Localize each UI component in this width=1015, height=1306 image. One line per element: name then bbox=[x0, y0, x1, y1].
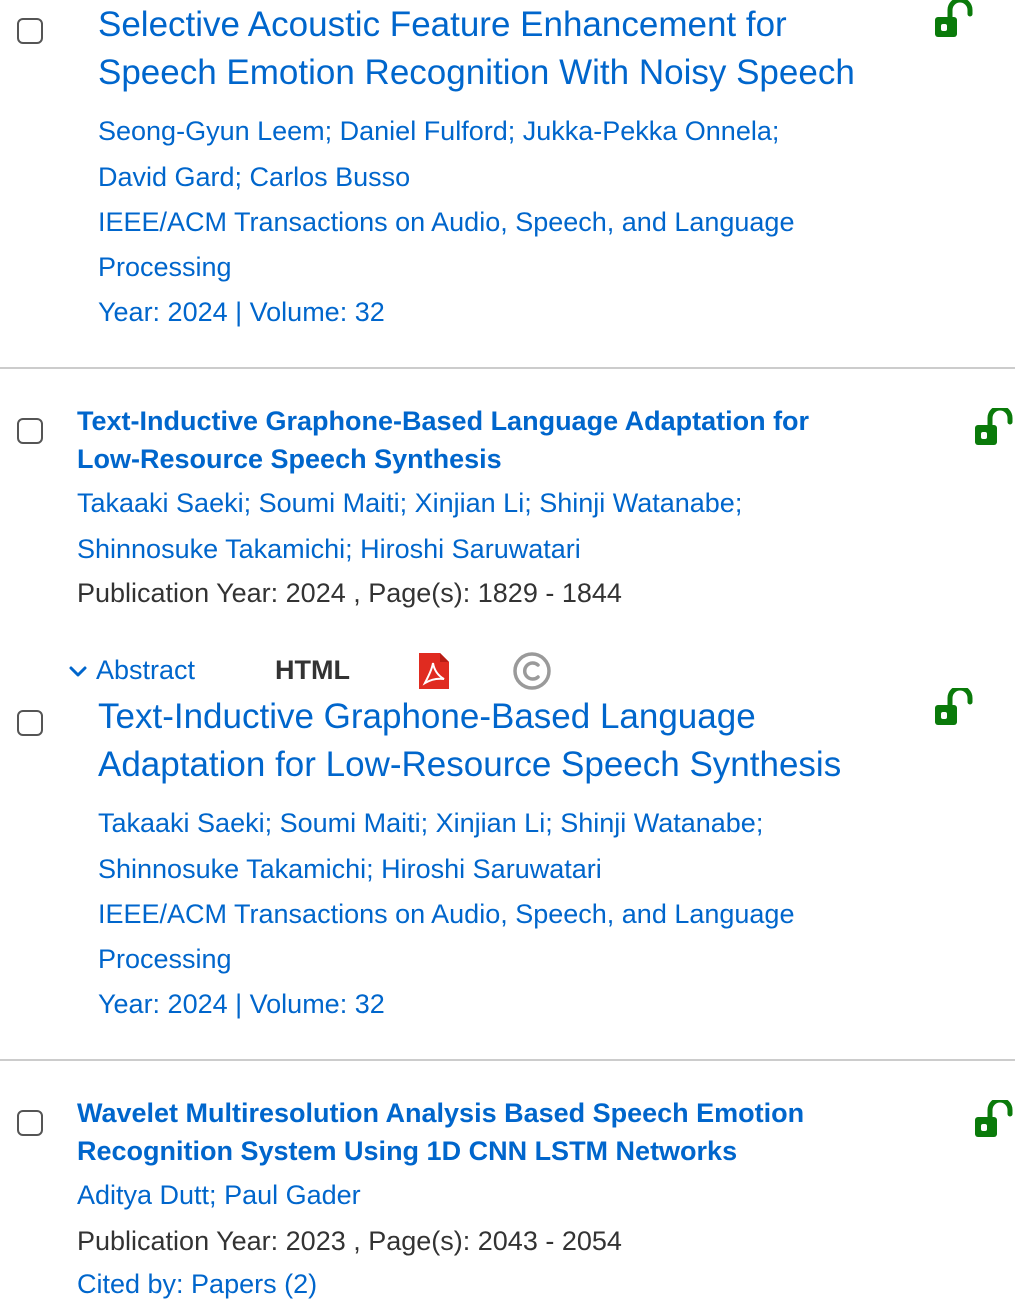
result-authors[interactable]: Takaaki Saeki; Soumi Maiti; Xinjian Li; … bbox=[77, 481, 742, 525]
result-pub-info: Publication Year: 2024 , Page(s): 1829 -… bbox=[77, 578, 622, 608]
pdf-icon[interactable] bbox=[417, 651, 451, 691]
popup-title-line[interactable]: Text-Inductive Graphone-Based Language bbox=[98, 693, 756, 741]
popup-title-line[interactable]: Adaptation for Low-Resource Speech Synth… bbox=[98, 741, 841, 789]
chevron-down-icon bbox=[69, 666, 87, 677]
open-access-lock-icon bbox=[975, 1100, 1013, 1137]
result-title-line[interactable]: Text-Inductive Graphone-Based Language A… bbox=[77, 402, 809, 440]
select-checkbox[interactable] bbox=[17, 18, 43, 44]
popup-meta: Year: 2024 | Volume: 32 bbox=[98, 989, 385, 1019]
result-pub-info: Publication Year: 2023 , Page(s): 2043 -… bbox=[77, 1226, 622, 1256]
open-access-lock-icon bbox=[975, 408, 1013, 445]
popup-authors[interactable]: Takaaki Saeki; Soumi Maiti; Xinjian Li; … bbox=[98, 800, 763, 846]
popup-title-line[interactable]: Speech Emotion Recognition With Noisy Sp… bbox=[98, 49, 855, 97]
popup-journal[interactable]: IEEE/ACM Transactions on Audio, Speech, … bbox=[98, 199, 794, 245]
popup-journal[interactable]: IEEE/ACM Transactions on Audio, Speech, … bbox=[98, 891, 794, 937]
popup-journal[interactable]: Processing bbox=[98, 936, 232, 982]
popup-authors[interactable]: Shinnosuke Takamichi; Hiroshi Saruwatari bbox=[98, 846, 602, 892]
result-divider bbox=[0, 1059, 1015, 1061]
popup-meta: Year: 2024 | Volume: 32 bbox=[98, 297, 385, 327]
abstract-label: Abstract bbox=[96, 655, 196, 685]
result-authors[interactable]: Aditya Dutt; Paul Gader bbox=[77, 1173, 361, 1217]
open-access-lock-icon bbox=[935, 0, 973, 37]
cited-by-link[interactable]: Cited by: Papers (2) bbox=[77, 1262, 317, 1306]
popup-authors[interactable]: David Gard; Carlos Busso bbox=[98, 154, 410, 200]
select-checkbox[interactable] bbox=[17, 710, 43, 736]
open-access-lock-icon bbox=[935, 688, 973, 725]
html-link[interactable]: HTML bbox=[275, 648, 350, 692]
result-title-line[interactable]: Recognition System Using 1D CNN LSTM Net… bbox=[77, 1132, 737, 1170]
result-authors[interactable]: Shinnosuke Takamichi; Hiroshi Saruwatari bbox=[77, 527, 581, 571]
result-title-line[interactable]: Low-Resource Speech Synthesis bbox=[77, 440, 502, 478]
popup-journal[interactable]: Processing bbox=[98, 244, 232, 290]
result-divider bbox=[0, 367, 1015, 369]
select-checkbox[interactable] bbox=[17, 1110, 43, 1136]
result-title-line[interactable]: Wavelet Multiresolution Analysis Based S… bbox=[77, 1094, 804, 1132]
select-checkbox[interactable] bbox=[17, 418, 43, 444]
popup-title-line[interactable]: Selective Acoustic Feature Enhancement f… bbox=[98, 1, 787, 49]
copyright-icon[interactable] bbox=[511, 650, 553, 692]
abstract-toggle[interactable]: Abstract bbox=[68, 648, 195, 692]
popup-authors[interactable]: Seong-Gyun Leem; Daniel Fulford; Jukka-P… bbox=[98, 108, 779, 154]
